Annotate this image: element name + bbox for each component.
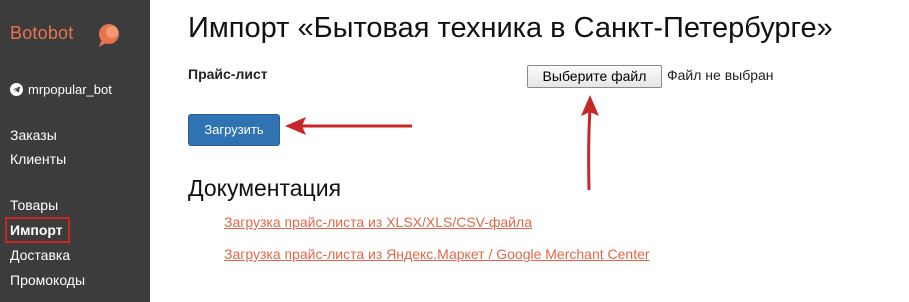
price-list-label: Прайс-лист	[188, 66, 268, 82]
bot-name: mrpopular_bot	[28, 81, 112, 97]
nav-item-orders[interactable]: Заказы	[10, 126, 57, 144]
nav-item-promocodes[interactable]: Промокоды	[10, 271, 85, 289]
nav-item-clients[interactable]: Клиенты	[10, 150, 66, 168]
doc-link-yandex-market[interactable]: Загрузка прайс-листа из Яндекс.Маркет / …	[224, 246, 650, 262]
doc-link-xlsx[interactable]: Загрузка прайс-листа из XLSX/XLS/CSV-фай…	[224, 214, 532, 230]
nav-item-delivery[interactable]: Доставка	[10, 246, 70, 264]
page-title: Импорт «Бытовая техника в Санкт-Петербур…	[188, 12, 833, 44]
choose-file-button[interactable]: Выберите файл	[527, 65, 662, 88]
telegram-icon	[10, 82, 23, 96]
bot-selector[interactable]: mrpopular_bot	[10, 80, 112, 98]
upload-button[interactable]: Загрузить	[188, 114, 280, 146]
chat-bubble-icon	[99, 24, 119, 47]
nav-item-import[interactable]: Импорт	[5, 217, 70, 243]
file-status-text: Файл не выбран	[667, 67, 774, 83]
brand-name[interactable]: Botobot	[10, 23, 73, 44]
sidebar: Botobot mrpopular_bot Заказы Клиенты Тов…	[0, 0, 150, 302]
nav-item-products[interactable]: Товары	[10, 196, 58, 214]
docs-heading: Документация	[188, 175, 342, 201]
main-content: Импорт «Бытовая техника в Санкт-Петербур…	[188, 0, 909, 302]
